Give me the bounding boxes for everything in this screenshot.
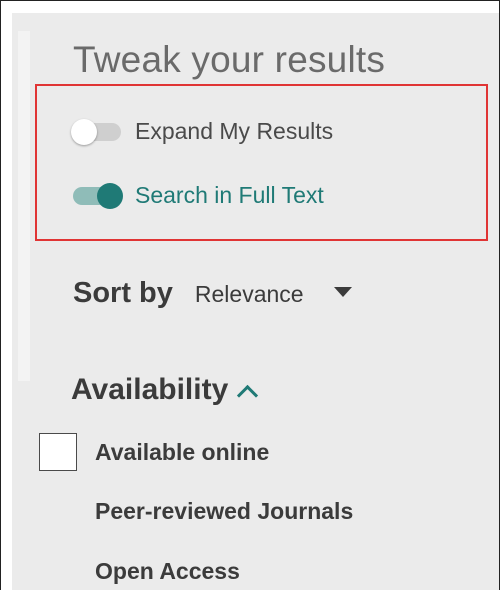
sort-row: Sort by Relevance bbox=[73, 277, 352, 310]
facet-available-online[interactable]: Available online bbox=[39, 433, 269, 471]
chevron-up-icon[interactable] bbox=[237, 384, 259, 406]
toggle-knob bbox=[97, 183, 123, 209]
screenshot-frame: Tweak your results Expand My Results Sea… bbox=[0, 0, 500, 590]
full-text-toggle[interactable] bbox=[71, 179, 123, 211]
highlight-box bbox=[35, 84, 488, 241]
toggle-knob bbox=[71, 119, 97, 145]
caret-down-icon[interactable] bbox=[333, 287, 352, 297]
panel-heading: Tweak your results bbox=[73, 39, 386, 80]
sort-dropdown-value[interactable]: Relevance bbox=[195, 281, 304, 308]
availability-facet-header[interactable]: Availability bbox=[71, 373, 259, 407]
sort-label: Sort by bbox=[73, 277, 173, 309]
facet-open-access[interactable]: Open Access bbox=[95, 558, 240, 585]
expand-results-toggle[interactable] bbox=[71, 115, 123, 147]
facet-peer-reviewed[interactable]: Peer-reviewed Journals bbox=[95, 498, 353, 525]
full-text-label: Search in Full Text bbox=[135, 181, 324, 208]
availability-heading: Availability bbox=[71, 373, 229, 406]
expand-results-label: Expand My Results bbox=[135, 117, 334, 144]
full-text-toggle-row[interactable]: Search in Full Text bbox=[71, 179, 324, 211]
available-online-checkbox[interactable] bbox=[39, 433, 77, 471]
available-online-label: Available online bbox=[95, 438, 270, 465]
scroll-strip bbox=[18, 31, 30, 381]
expand-results-toggle-row[interactable]: Expand My Results bbox=[71, 115, 333, 147]
